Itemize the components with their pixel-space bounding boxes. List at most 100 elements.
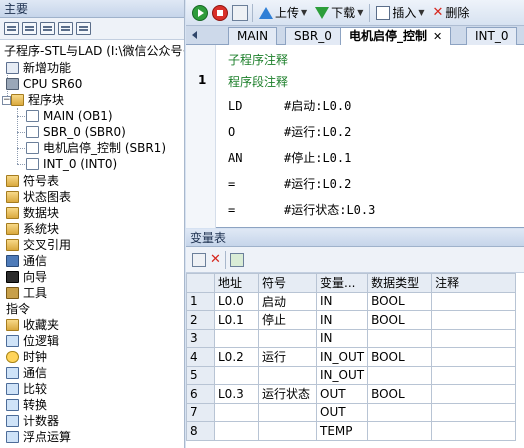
project-tree-panel: 主要 子程序-STL与LAD (I:\微信公众号· 新增功能 CPU SR60 … (0, 0, 185, 448)
subroutine-comment[interactable]: 子程序注释 (228, 51, 288, 68)
float-math-icon (6, 431, 19, 443)
tree-item-system-block[interactable]: 系统块 (6, 221, 59, 237)
block-icon (26, 110, 39, 122)
table-row[interactable]: 6 L0.3 运行状态 OUT BOOL (186, 384, 517, 404)
tab-scroll-left-icon[interactable] (192, 31, 197, 39)
update-icon[interactable] (229, 252, 244, 267)
tree-item-cross-reference[interactable]: 交叉引用 (6, 237, 71, 253)
tree-item-symbol-table[interactable]: 符号表 (6, 173, 59, 189)
collapse-icon[interactable]: − (2, 96, 11, 105)
delete-button[interactable]: ✕ 删除 (431, 4, 472, 21)
folder-icon (6, 239, 19, 251)
convert-icon (6, 399, 19, 411)
tree-item-motor-control-sbr1[interactable]: 电机启停_控制 (SBR1) (26, 140, 166, 156)
block-icon (26, 158, 39, 170)
stop-icon[interactable] (212, 4, 228, 21)
tree-item-convert[interactable]: 转换 (6, 397, 47, 413)
panel-title: 主要 (0, 0, 184, 18)
run-icon[interactable] (192, 4, 208, 21)
tree-item-bit-logic[interactable]: 位逻辑 (6, 333, 59, 349)
tree-line (17, 148, 25, 149)
tab-int0[interactable]: INT_0 (466, 27, 518, 45)
tree-item-instructions[interactable]: 指令 (6, 301, 30, 317)
network-comment[interactable]: 程序段注释 (228, 73, 288, 90)
info-icon (6, 62, 19, 74)
tree-item-sbr0[interactable]: SBR_0 (SBR0) (26, 124, 126, 140)
stl-editor[interactable]: 子程序注释 1 程序段注释 LD #启动:L0.0 O #运行:L0.2 AN #停止… (186, 45, 524, 228)
delete-icon: ✕ (432, 5, 444, 20)
tools-icon (6, 287, 19, 299)
view-doc-icon[interactable] (58, 22, 73, 35)
tree-item-communication-instr[interactable]: 通信 (6, 365, 47, 381)
table-row[interactable]: 4 L0.2 运行 IN_OUT BOOL (186, 347, 517, 367)
toolbar-separator (224, 250, 226, 269)
variable-table-title: 变量表 (186, 229, 524, 247)
chevron-down-icon: ▼ (301, 8, 308, 17)
tree-item-float-math[interactable]: 浮点运算 (6, 429, 71, 445)
table-row[interactable]: 7 OUT (186, 402, 517, 422)
tree-item-data-block[interactable]: 数据块 (6, 205, 59, 221)
editor-tabs: MAIN SBR_0 电机启停_控制 ✕ INT_0 (186, 26, 524, 46)
column-header-address[interactable]: 地址 (214, 273, 259, 293)
column-header-comment[interactable]: 注释 (431, 273, 517, 293)
tab-main[interactable]: MAIN (228, 27, 278, 45)
tree-item-compare[interactable]: 比较 (6, 381, 47, 397)
close-icon[interactable]: ✕ (433, 30, 442, 43)
download-button[interactable]: 下载 ▼ (313, 4, 365, 21)
tree-item-favorites[interactable]: 收藏夹 (6, 317, 59, 333)
project-title[interactable]: 子程序-STL与LAD (I:\微信公众号· (4, 42, 184, 59)
tree-line (17, 164, 25, 165)
tree-item-tools[interactable]: 工具 (6, 285, 47, 301)
delete-row-icon[interactable]: ✕ (210, 252, 221, 267)
block-icon (26, 142, 39, 154)
network-icon (6, 255, 19, 267)
clock-icon (6, 351, 19, 363)
table-header-row: 地址 符号 变量... 数据类型 注释 (186, 273, 517, 293)
tree-item-main-ob1[interactable]: MAIN (OB1) (26, 108, 113, 124)
tree-item-clock[interactable]: 时钟 (6, 349, 47, 365)
tree-item-wizard[interactable]: 向导 (6, 269, 47, 285)
folder-icon (6, 319, 19, 331)
toolbar-separator (252, 3, 253, 22)
table-row[interactable]: 3 IN (186, 328, 517, 348)
code-line[interactable]: LD #启动:L0.0 (228, 97, 351, 114)
tree-item-cpu[interactable]: CPU SR60 (6, 76, 82, 92)
tree-item-counter[interactable]: 计数器 (6, 413, 59, 429)
table-row[interactable]: 1 L0.0 启动 IN BOOL (186, 291, 517, 311)
wizard-icon (6, 271, 19, 283)
tree-item-program-block[interactable]: 程序块 (11, 92, 64, 108)
tree-item-int0[interactable]: INT_0 (INT0) (26, 156, 117, 172)
cpu-icon (6, 78, 19, 90)
folder-icon (11, 94, 24, 106)
network-number: 1 (198, 73, 207, 87)
code-line[interactable]: = #运行状态:L0.3 (228, 201, 375, 218)
code-line[interactable]: = #运行:L0.2 (228, 175, 351, 192)
code-line[interactable]: O #运行:L0.2 (228, 123, 351, 140)
compile-icon[interactable] (232, 4, 248, 21)
view-list-icon[interactable] (4, 22, 19, 35)
upload-button[interactable]: 上传 ▼ (257, 4, 309, 21)
tree-item-communication[interactable]: 通信 (6, 253, 47, 269)
tree-item-new-features[interactable]: 新增功能 (6, 60, 71, 76)
folder-icon (6, 175, 19, 187)
column-header-symbol[interactable]: 符号 (258, 273, 317, 293)
monitor-icon[interactable] (76, 22, 91, 35)
view-page-icon[interactable] (40, 22, 55, 35)
tree-toolbar (0, 18, 184, 40)
tab-sbr0[interactable]: SBR_0 (285, 27, 341, 45)
table-row[interactable]: 8 TEMP (186, 421, 517, 441)
tab-motor-control[interactable]: 电机启停_控制 ✕ (340, 27, 452, 46)
bit-logic-icon (6, 335, 19, 347)
tree-item-status-chart[interactable]: 状态图表 (6, 189, 71, 205)
code-line[interactable]: AN #停止:L0.1 (228, 149, 351, 166)
insert-button[interactable]: 插入 ▼ (374, 4, 426, 21)
variable-table: 地址 符号 变量... 数据类型 注释 1 L0.0 启动 IN BOOL 2 L0.1 停… (186, 273, 524, 448)
table-row[interactable]: 5 IN_OUT (186, 365, 517, 385)
editor-area: 上传 ▼ 下载 ▼ 插入 ▼ ✕ 删除 MAIN SBR_0 电机启停_控制 ✕ INT_… (186, 0, 524, 448)
view-details-icon[interactable] (22, 22, 37, 35)
folder-icon (6, 223, 19, 235)
table-row[interactable]: 2 L0.1 停止 IN BOOL (186, 310, 517, 330)
column-header-var-type[interactable]: 变量... (315, 273, 369, 293)
column-header-data-type[interactable]: 数据类型 (367, 273, 433, 293)
insert-row-icon[interactable] (192, 252, 206, 267)
